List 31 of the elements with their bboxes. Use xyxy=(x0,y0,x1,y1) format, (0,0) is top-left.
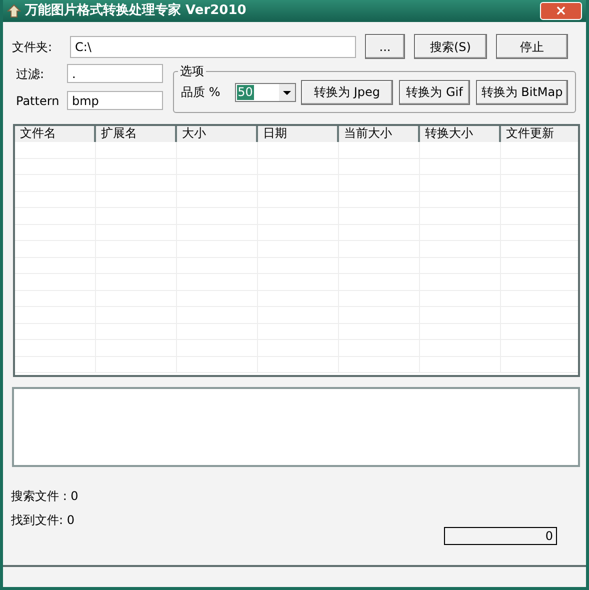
push-button[interactable]: 转换为 Gif xyxy=(399,80,470,104)
column-header[interactable]: 当前大小 xyxy=(339,126,420,142)
caret-icon xyxy=(279,84,295,100)
progress-reading: 0 xyxy=(545,528,553,544)
window-title: 万能图片格式转换处理专家 Ver2010 xyxy=(25,2,246,20)
column-header[interactable]: 转换大小 xyxy=(420,126,501,142)
push-button[interactable]: 搜索(S) xyxy=(414,34,487,59)
app-icon xyxy=(7,4,21,18)
column-header[interactable]: 文件名 xyxy=(15,126,96,142)
push-button[interactable]: 转换为 BitMap xyxy=(476,80,568,104)
folder-field[interactable]: C:\ xyxy=(70,36,356,58)
field-label: 过滤: xyxy=(15,66,46,82)
column-header[interactable]: 大小 xyxy=(177,126,258,142)
input-field[interactable]: bmp xyxy=(67,91,163,110)
push-button[interactable]: 转换为 Jpeg xyxy=(301,80,393,104)
stat-text: 搜索文件 : 0 xyxy=(11,489,80,503)
quality-label: 品质 % xyxy=(181,84,222,101)
column-header[interactable]: 扩展名 xyxy=(96,126,177,142)
quality-value: 50 xyxy=(236,84,254,100)
push-button[interactable]: ... xyxy=(365,34,405,59)
folder-label: 文件夹: xyxy=(12,38,54,56)
field-label: Pattern xyxy=(15,92,60,110)
push-button[interactable]: 停止 xyxy=(496,34,568,59)
log-box[interactable] xyxy=(12,387,580,467)
column-header[interactable]: 文件更新 xyxy=(501,126,578,142)
column-header[interactable]: 日期 xyxy=(258,126,339,142)
group-title: 选项 xyxy=(178,63,206,79)
quality-dropdown[interactable]: 50 xyxy=(234,82,296,102)
input-field[interactable]: . xyxy=(67,64,163,83)
stat-text: 找到文件: 0 xyxy=(11,513,76,527)
close-button[interactable]: × xyxy=(540,2,582,20)
